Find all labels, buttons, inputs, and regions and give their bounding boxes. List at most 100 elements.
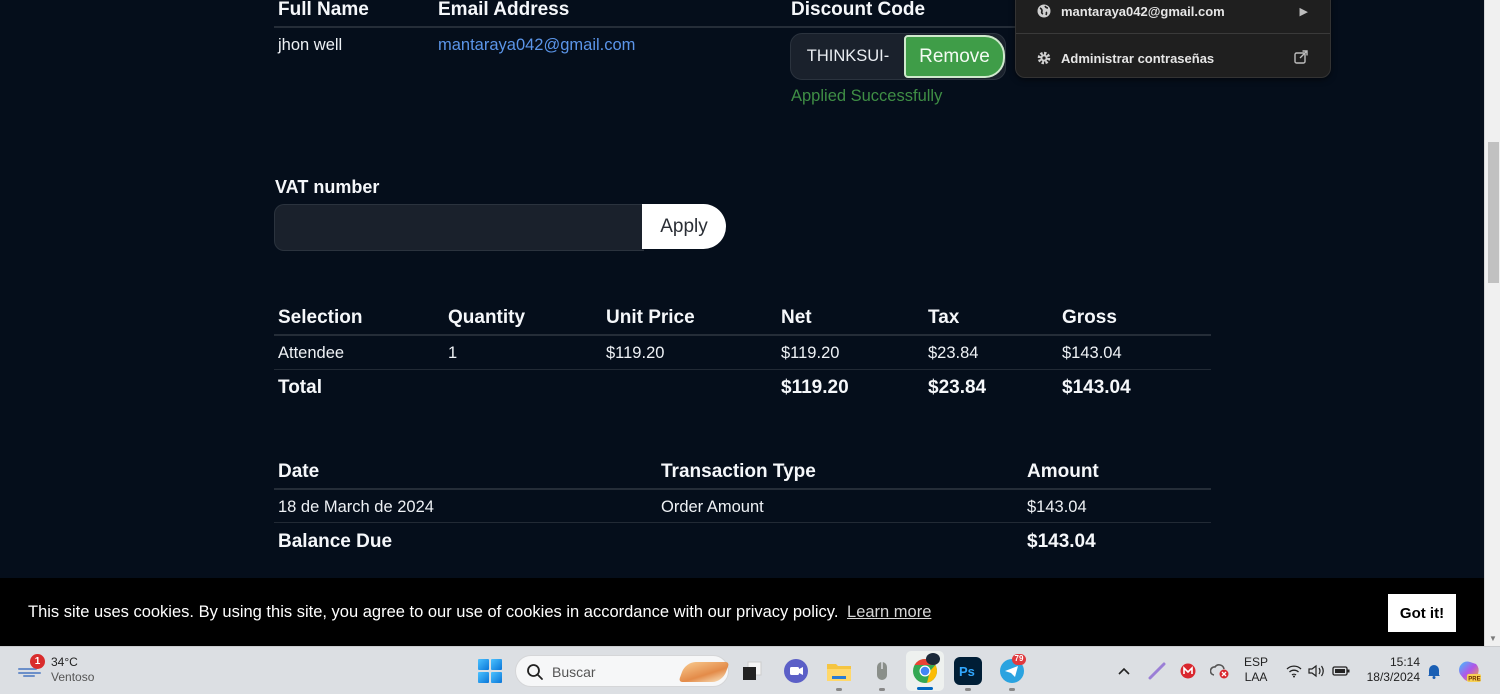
cookie-message: This site uses cookies. By using this si…: [28, 603, 931, 622]
header-full-name: Full Name: [278, 0, 369, 20]
system-clock[interactable]: 15:14 18/3/2024: [1362, 655, 1420, 685]
start-button[interactable]: [478, 659, 502, 683]
copilot-badge: PRE: [1468, 677, 1480, 683]
gear-icon: [1036, 50, 1052, 66]
notification-bell-icon[interactable]: [1426, 647, 1442, 694]
balance-due-amount: $143.04: [1027, 531, 1096, 552]
windows-taskbar: 1 34°C Ventoso Buscar Ps 79 ESP LAA 15:1…: [0, 646, 1500, 694]
cell-transaction-type: Order Amount: [661, 498, 764, 516]
total-label: Total: [278, 377, 322, 398]
cookie-text: This site uses cookies. By using this si…: [28, 603, 839, 621]
vat-number-input[interactable]: [274, 204, 644, 251]
header-date: Date: [278, 461, 320, 482]
chevron-up-icon: [1118, 667, 1130, 675]
divider: [274, 522, 1211, 523]
cookie-banner: This site uses cookies. By using this si…: [0, 578, 1484, 646]
cell-date: 18 de March de 2024: [278, 498, 434, 516]
file-explorer-icon[interactable]: [825, 657, 853, 685]
attendee-full-name: jhon well: [278, 36, 343, 54]
saved-account-email: mantaraya042@gmail.com: [1061, 3, 1225, 19]
search-highlight-image: [678, 662, 730, 682]
password-manager-popup: mantaraya042@gmail.com ▶ Administrar con…: [1015, 0, 1331, 78]
saved-account-item[interactable]: mantaraya042@gmail.com ▶: [1016, 0, 1330, 31]
manage-passwords-label: Administrar contraseñas: [1061, 50, 1215, 66]
show-hidden-icons[interactable]: [1117, 647, 1131, 694]
search-icon: [527, 664, 543, 680]
remove-discount-button[interactable]: Remove: [904, 35, 1005, 78]
divider: [274, 334, 1211, 336]
divider: [1016, 33, 1330, 34]
header-discount-code: Discount Code: [791, 0, 926, 20]
got-it-button[interactable]: Got it!: [1388, 594, 1456, 632]
learn-more-link[interactable]: Learn more: [847, 603, 931, 621]
attendee-email-link[interactable]: mantaraya042@gmail.com: [438, 36, 635, 55]
globe-icon: [1036, 3, 1052, 19]
meet-app-icon[interactable]: [782, 657, 810, 685]
chrome-profile-badge: [926, 653, 940, 665]
running-indicator: [1009, 688, 1015, 691]
scroll-down-arrow-icon[interactable]: ▼: [1488, 634, 1498, 644]
volume-icon[interactable]: [1308, 647, 1326, 694]
open-external-icon: [1294, 49, 1308, 67]
task-view-icon[interactable]: [738, 657, 766, 685]
apply-vat-button[interactable]: Apply: [642, 204, 726, 249]
weather-badge: 1: [30, 654, 45, 669]
total-gross: $143.04: [1062, 377, 1131, 398]
header-transaction-type: Transaction Type: [661, 461, 816, 482]
total-net: $119.20: [781, 377, 849, 398]
running-indicator: [836, 688, 842, 691]
cell-quantity: 1: [448, 344, 458, 362]
cell-selection: Attendee: [278, 344, 345, 362]
photoshop-icon[interactable]: Ps: [954, 657, 982, 685]
wifi-icon[interactable]: [1286, 647, 1302, 694]
language-indicator[interactable]: ESP LAA: [1244, 655, 1268, 685]
cell-tax: $23.84: [928, 344, 979, 362]
discount-status-message: Applied Successfully: [791, 87, 943, 105]
copilot-icon[interactable]: PRE: [1456, 647, 1482, 694]
vat-number-label: VAT number: [275, 177, 380, 197]
telegram-unread-badge: 79: [1012, 654, 1026, 665]
cloud-error-icon[interactable]: [1210, 647, 1230, 694]
header-unit-price: Unit Price: [606, 307, 695, 328]
windows-logo-icon: [478, 659, 489, 670]
header-tax: Tax: [928, 307, 960, 328]
scrollbar-thumb[interactable]: [1488, 142, 1499, 283]
divider: [274, 369, 1211, 370]
cell-net: $119.20: [781, 344, 840, 362]
cell-gross: $143.04: [1062, 344, 1122, 362]
search-placeholder: Buscar: [552, 664, 596, 680]
weather-temperature: 34°C: [51, 655, 78, 669]
active-indicator: [917, 687, 933, 690]
divider: [274, 488, 1211, 490]
language-code: ESP: [1244, 655, 1269, 669]
cell-unit-price: $119.20: [606, 344, 665, 362]
header-email: Email Address: [438, 0, 570, 20]
battery-icon[interactable]: [1332, 647, 1350, 694]
submenu-arrow-icon: ▶: [1299, 5, 1308, 18]
balance-due-label: Balance Due: [278, 531, 393, 552]
weather-widget[interactable]: 1 34°C Ventoso: [18, 653, 128, 689]
taskbar-search[interactable]: Buscar: [515, 655, 730, 687]
manage-passwords-item[interactable]: Administrar contraseñas: [1016, 38, 1330, 78]
total-tax: $23.84: [928, 377, 987, 398]
discount-code-input[interactable]: [791, 34, 905, 79]
telegram-icon[interactable]: 79: [998, 654, 1026, 685]
weather-description: Ventoso: [51, 670, 95, 684]
running-indicator: [965, 688, 971, 691]
keyboard-layout: LAA: [1244, 670, 1268, 684]
checkout-page: Full Name Email Address Discount Code jh…: [0, 0, 1484, 646]
header-gross: Gross: [1062, 307, 1117, 328]
page-scrollbar[interactable]: ▼: [1484, 0, 1500, 646]
email-link[interactable]: mantaraya042@gmail.com: [438, 36, 635, 54]
cell-amount: $143.04: [1027, 498, 1087, 516]
chrome-icon[interactable]: [911, 653, 940, 685]
pen-tray-icon[interactable]: [1148, 647, 1166, 694]
header-selection: Selection: [278, 307, 363, 328]
clock-time: 15:14: [1389, 655, 1420, 669]
running-indicator: [879, 688, 885, 691]
header-net: Net: [781, 307, 812, 328]
mouse-app-icon[interactable]: [868, 657, 896, 685]
discount-code-group: Remove: [790, 33, 1006, 80]
header-quantity: Quantity: [448, 307, 526, 328]
mega-tray-icon[interactable]: [1180, 647, 1196, 694]
